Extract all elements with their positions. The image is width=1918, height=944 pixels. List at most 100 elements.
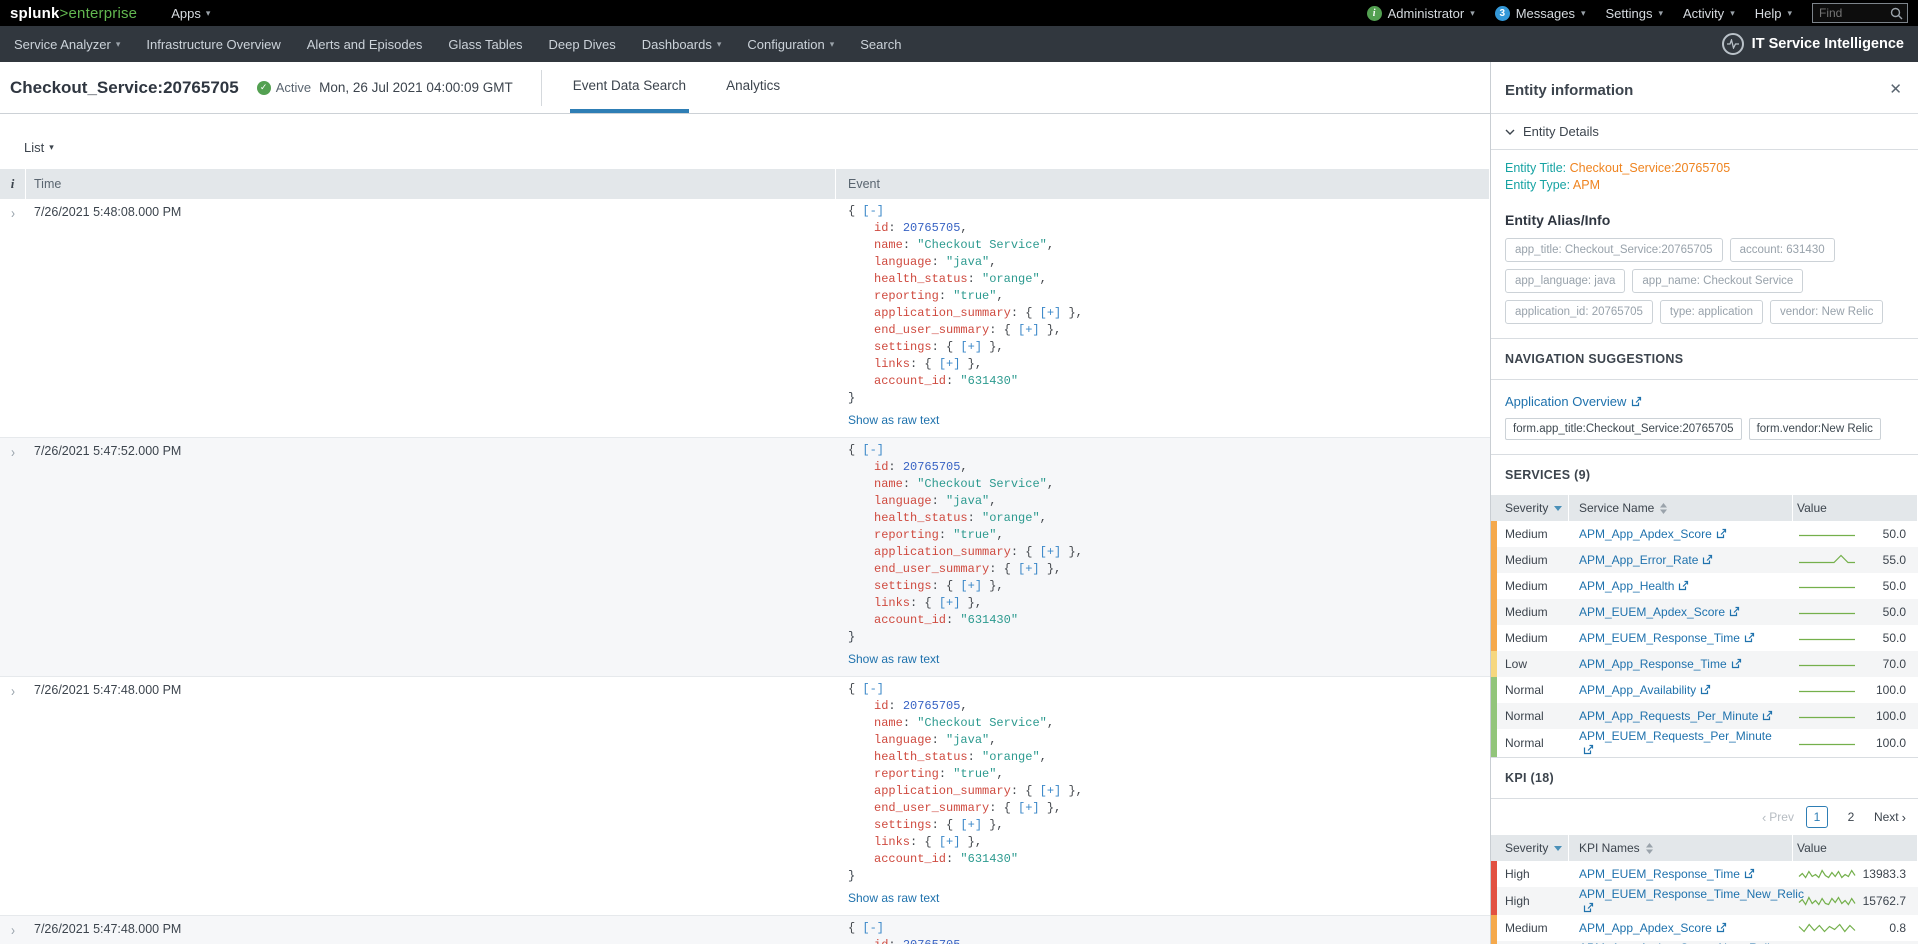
expand-chevron-icon[interactable]: ›: [11, 444, 15, 461]
severity-bar: [1491, 915, 1497, 941]
alias-chip: app_title: Checkout_Service:20765705: [1505, 238, 1723, 262]
external-link-icon: [1583, 744, 1594, 755]
show-raw-link[interactable]: Show as raw text: [848, 413, 939, 427]
search-icon: [1890, 7, 1903, 20]
kpi-severity: High: [1491, 867, 1569, 881]
nav-item[interactable]: Search: [860, 37, 901, 52]
service-link[interactable]: APM_App_Health: [1579, 579, 1689, 593]
navigation-chip: form.app_title:Checkout_Service:20765705: [1505, 418, 1742, 440]
show-raw-link[interactable]: Show as raw text: [848, 891, 939, 905]
nav-item[interactable]: Glass Tables: [448, 37, 522, 52]
severity-bar: [1491, 547, 1497, 573]
sparkline-chart: [1797, 683, 1857, 697]
kpi-names-column-header[interactable]: KPI Names: [1569, 835, 1793, 861]
application-overview-link[interactable]: Application Overview: [1505, 394, 1642, 409]
kpi-link[interactable]: APM_App_Apdex_Score: [1579, 921, 1727, 935]
service-link[interactable]: APM_App_Requests_Per_Minute: [1579, 709, 1773, 723]
kpi-link[interactable]: APM_EUEM_Response_Time: [1579, 867, 1755, 881]
next-page-button[interactable]: Next ›: [1874, 810, 1906, 825]
event-row: › 7/26/2021 5:48:08.000 PM { [-]id: 2076…: [0, 199, 1490, 438]
expand-chevron-icon[interactable]: ›: [11, 683, 15, 700]
kpi-severity: High: [1491, 894, 1569, 908]
nav-item[interactable]: Alerts and Episodes: [307, 37, 423, 52]
prev-page-button[interactable]: ‹ Prev: [1762, 810, 1794, 825]
event-row: › 7/26/2021 5:47:48.000 PM { [-]id: 2076…: [0, 677, 1490, 916]
service-row: Medium APM_App_Error_Rate 55.0: [1491, 547, 1918, 573]
kpi-heading: KPI (18): [1491, 758, 1918, 798]
sparkline-chart: [1797, 709, 1857, 723]
help-menu[interactable]: Help ▾: [1755, 6, 1792, 21]
service-name-column-header[interactable]: Service Name: [1569, 495, 1793, 521]
panel-title: Entity information: [1491, 62, 1918, 113]
settings-label: Settings: [1606, 6, 1653, 21]
chevron-down-icon: ▾: [1787, 8, 1792, 19]
sparkline-chart: [1797, 605, 1857, 619]
nav-item[interactable]: Infrastructure Overview: [146, 37, 280, 52]
nav-item-label: Deep Dives: [549, 37, 616, 52]
alias-chip: vendor: New Relic: [1770, 300, 1883, 324]
severity-column-header[interactable]: Severity: [1491, 835, 1569, 861]
expand-chevron-icon[interactable]: ›: [11, 922, 15, 939]
timestamp: Mon, 26 Jul 2021 04:00:09 GMT: [319, 80, 513, 95]
show-raw-link[interactable]: Show as raw text: [848, 652, 939, 666]
find-input[interactable]: [1819, 6, 1890, 20]
service-link[interactable]: APM_App_Response_Time: [1579, 657, 1742, 671]
nav-item[interactable]: Service Analyzer ▾: [14, 37, 120, 52]
entity-detail-value: Checkout_Service:20765705: [1570, 161, 1731, 175]
tab[interactable]: Analytics: [723, 62, 783, 113]
view-mode-dropdown[interactable]: List ▾: [24, 140, 54, 155]
service-link[interactable]: APM_EUEM_Apdex_Score: [1579, 605, 1740, 619]
alias-chip: app_name: Checkout Service: [1632, 269, 1803, 293]
events-table-body: › 7/26/2021 5:48:08.000 PM { [-]id: 2076…: [0, 199, 1490, 944]
service-link[interactable]: APM_EUEM_Requests_Per_Minute: [1579, 729, 1772, 757]
severity-bar: [1491, 887, 1497, 915]
nav-item[interactable]: Deep Dives: [549, 37, 616, 52]
nav-item[interactable]: Dashboards ▾: [642, 37, 722, 52]
chevron-down-icon: ▾: [1581, 8, 1586, 19]
activity-menu[interactable]: Activity ▾: [1683, 6, 1735, 21]
active-check-icon: ✓: [257, 81, 271, 95]
info-column-header: i: [0, 169, 26, 199]
kpi-link[interactable]: APM_EUEM_Response_Time_New_Relic: [1579, 887, 1804, 915]
entity-information-panel: Entity information ✕ Entity Details Enti…: [1490, 62, 1918, 944]
find-search[interactable]: [1812, 3, 1908, 23]
service-link[interactable]: APM_App_Availability: [1579, 683, 1711, 697]
service-link[interactable]: APM_App_Error_Rate: [1579, 553, 1713, 567]
administrator-menu[interactable]: i Administrator ▾: [1367, 6, 1475, 21]
enterprise-logo-text: enterprise: [60, 5, 138, 22]
page-number-button[interactable]: 2: [1840, 806, 1862, 828]
service-value: 50.0: [1883, 631, 1906, 645]
event-cell: { [-]id: 20765705,name: "Checkout Servic…: [836, 920, 1490, 944]
expand-chevron-icon[interactable]: ›: [11, 205, 15, 222]
event-json: { [-]id: 20765705,name: "Checkout Servic…: [848, 681, 1490, 885]
service-link[interactable]: APM_EUEM_Response_Time: [1579, 631, 1755, 645]
external-link-icon: [1716, 922, 1727, 933]
nav-item[interactable]: Configuration ▾: [747, 37, 834, 52]
sparkline-chart: [1797, 894, 1857, 908]
service-severity: Medium: [1491, 605, 1569, 619]
chevron-down-icon: ▾: [1470, 8, 1475, 19]
service-severity: Normal: [1491, 683, 1569, 697]
kpi-pagination: ‹ Prev 1 2 Next ›: [1491, 799, 1918, 835]
service-severity: Low: [1491, 657, 1569, 671]
messages-menu[interactable]: 3 Messages ▾: [1495, 6, 1586, 21]
severity-column-header[interactable]: Severity: [1491, 495, 1569, 521]
severity-bar: [1491, 599, 1497, 625]
event-column-header: Event: [836, 169, 1490, 199]
close-icon[interactable]: ✕: [1889, 80, 1902, 98]
service-link[interactable]: APM_App_Apdex_Score: [1579, 527, 1727, 541]
settings-menu[interactable]: Settings ▾: [1606, 6, 1664, 21]
application-overview-label: Application Overview: [1505, 394, 1626, 409]
service-severity: Normal: [1491, 736, 1569, 750]
sparkline-chart: [1797, 921, 1857, 935]
sparkline-chart: [1797, 736, 1857, 750]
page-number-button[interactable]: 1: [1806, 806, 1828, 828]
service-value: 50.0: [1883, 605, 1906, 619]
apps-menu[interactable]: Apps ▾: [171, 6, 210, 21]
tab-label: Analytics: [726, 78, 780, 93]
navigation-chips: form.app_title:Checkout_Service:20765705…: [1491, 418, 1918, 454]
chevron-right-icon: ›: [1902, 810, 1906, 825]
sparkline-chart: [1797, 867, 1857, 881]
tab[interactable]: Event Data Search: [570, 62, 689, 113]
entity-details-toggle[interactable]: Entity Details: [1491, 114, 1918, 149]
